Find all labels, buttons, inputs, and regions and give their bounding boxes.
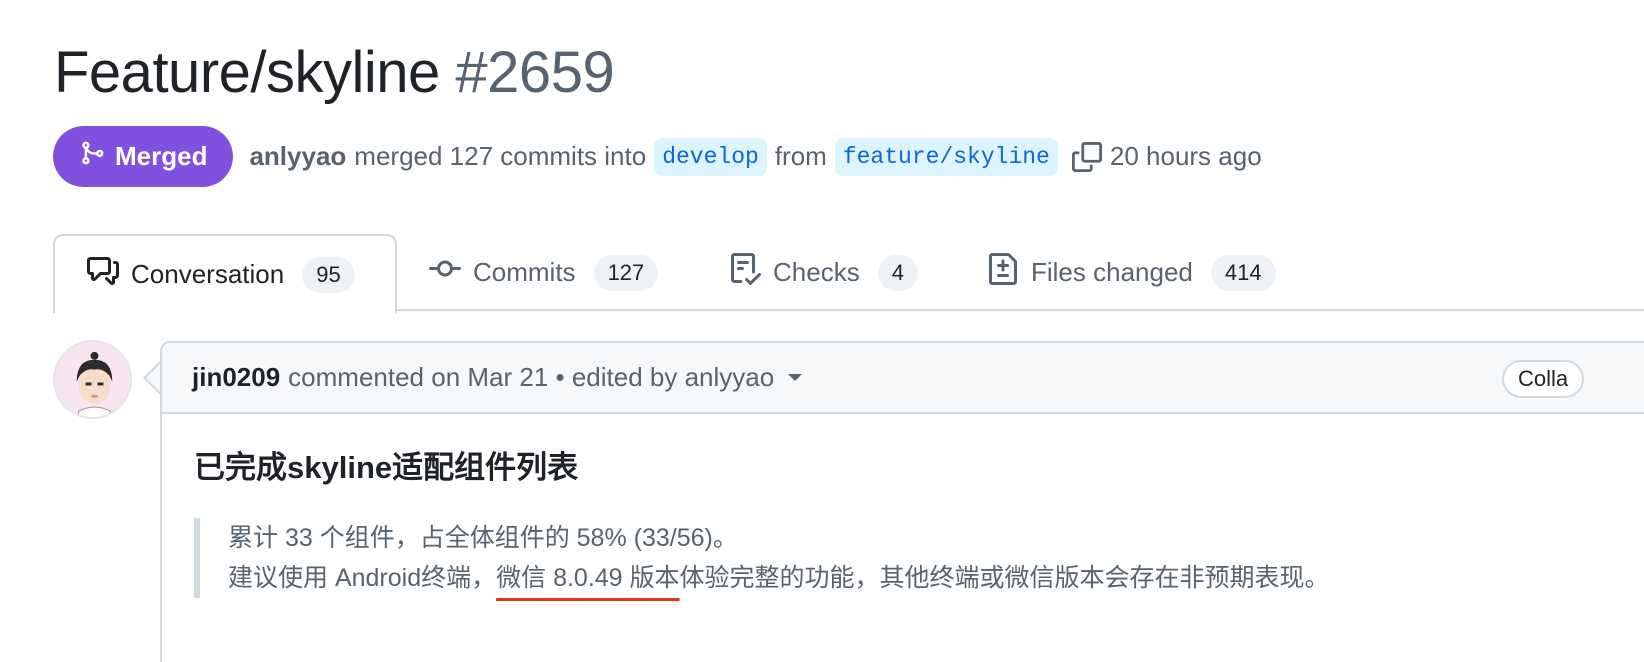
merge-author-link[interactable]: anlyyao (249, 141, 346, 172)
quote-line-2-prefix: 建议使用 Android终端， (228, 564, 497, 592)
quote-line-2: 建议使用 Android终端，微信 8.0.49 版本体验完整的功能，其他终端或… (228, 558, 1644, 598)
commit-icon (429, 253, 461, 292)
tab-files-changed[interactable]: Files changed 414 (987, 234, 1276, 311)
pr-title-text: Feature/skyline (54, 40, 440, 105)
merged-state-label: Merged (115, 141, 208, 171)
head-branch-link[interactable]: feature/skyline (834, 137, 1058, 176)
avatar-image (55, 342, 130, 417)
pr-meta: Merged anlyyao merged 127 commits into d… (53, 126, 1262, 187)
base-branch-link[interactable]: develop (654, 137, 767, 176)
tab-conversation-label: Conversation (131, 259, 285, 289)
comment-blockquote: 累计 33 个组件，占全体组件的 58% (33/56)。 建议使用 Andro… (194, 518, 1644, 598)
merged-state-badge: Merged (53, 126, 234, 187)
merge-icon (79, 140, 105, 173)
tab-conversation[interactable]: Conversation 95 (53, 234, 397, 313)
tab-checks[interactable]: Checks 4 (729, 234, 918, 311)
tab-commits-label: Commits (473, 257, 576, 287)
comment-body: 已完成skyline适配组件列表 累计 33 个组件，占全体组件的 58% (3… (162, 414, 1644, 598)
tab-checks-count: 4 (877, 254, 918, 291)
quote-line-1: 累计 33 个组件，占全体组件的 58% (33/56)。 (228, 524, 738, 552)
comment-heading: 已完成skyline适配组件列表 (194, 450, 579, 485)
comment-header: jin0209 commented on Mar 21 • edited by … (162, 343, 1644, 414)
pr-title: Feature/skyline #2659 (54, 38, 615, 108)
tab-commits[interactable]: Commits 127 (429, 234, 659, 311)
tab-files-changed-label: Files changed (1031, 257, 1193, 287)
collapse-button[interactable]: Colla (1502, 360, 1585, 398)
tab-checks-label: Checks (773, 257, 860, 287)
pull-request-page: Feature/skyline #2659 Merged anlyyao mer… (0, 0, 1644, 662)
tab-files-changed-count: 414 (1210, 254, 1276, 291)
checklist-icon (729, 253, 762, 292)
merge-summary: anlyyao merged 127 commits into develop … (249, 137, 1262, 176)
edit-history-dropdown-icon[interactable] (788, 374, 803, 381)
tab-commits-count: 127 (593, 254, 659, 291)
tab-conversation-count: 95 (302, 256, 355, 293)
copy-icon[interactable] (1071, 141, 1102, 172)
merged-time: 20 hours ago (1109, 141, 1262, 171)
comment-meta: commented on Mar 21 • edited by anlyyao (288, 362, 775, 392)
pr-description-comment: jin0209 commented on Mar 21 • edited by … (160, 341, 1644, 662)
comment-discussion-icon (87, 255, 119, 294)
merged-commits-text: merged 127 commits into (354, 141, 647, 171)
from-text: from (774, 141, 827, 171)
file-diff-icon (987, 253, 1019, 292)
pr-tabs: Conversation 95 Commits 127 Checks 4 Fil… (53, 234, 1644, 313)
avatar[interactable] (53, 340, 132, 419)
quote-line-2-highlight: 微信 8.0.49 版本 (496, 564, 680, 592)
comment-author-link[interactable]: jin0209 (192, 362, 280, 393)
quote-line-2-suffix: 体验完整的功能，其他终端或微信版本会存在非预期表现。 (679, 564, 1330, 592)
pr-number: #2659 (455, 40, 615, 105)
